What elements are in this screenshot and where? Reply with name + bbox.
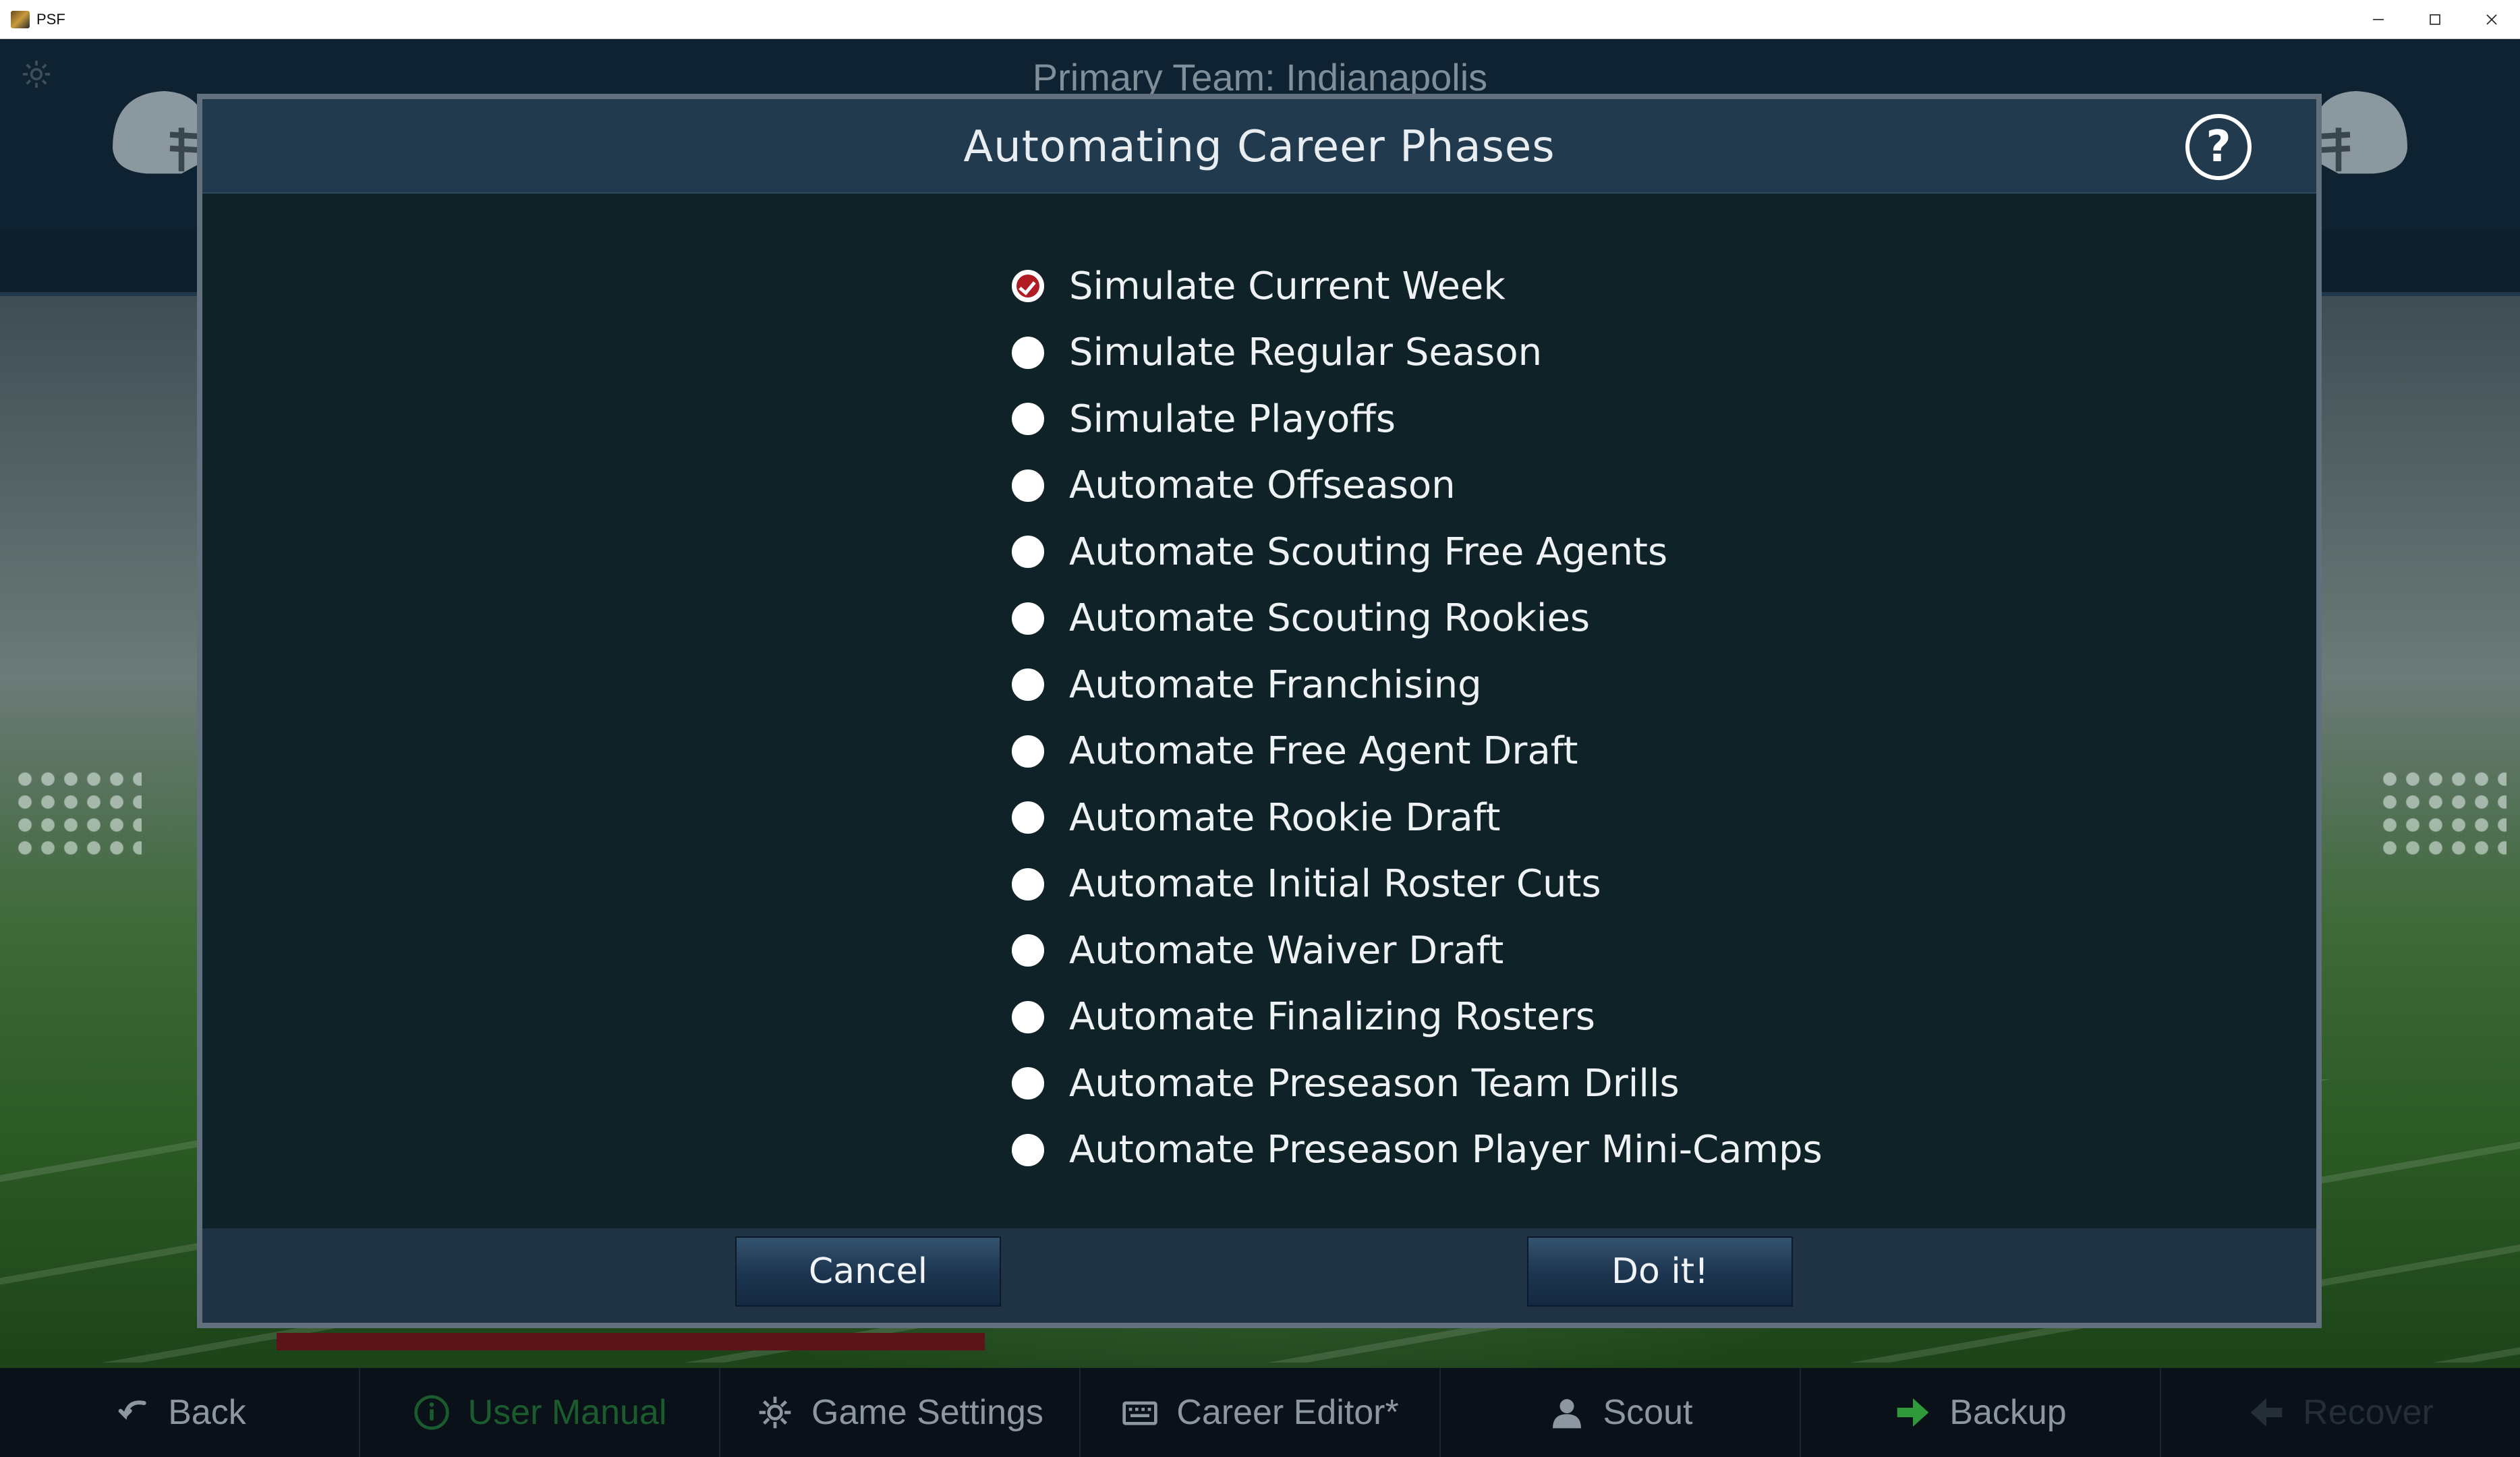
stadium-lights-right (2378, 768, 2507, 855)
do-it-button[interactable]: Do it! (1527, 1236, 1793, 1307)
nav-scout-label: Scout (1603, 1393, 1693, 1432)
automating-career-phases-dialog: Automating Career Phases ? Simulate Curr… (197, 94, 2322, 1328)
option-automate-scouting-rookies[interactable]: Automate Scouting Rookies (1012, 585, 1823, 652)
nav-career-editor-label: Career Editor* (1176, 1393, 1399, 1432)
option-label: Automate Rookie Draft (1069, 795, 1501, 840)
dialog-header: Automating Career Phases ? (202, 99, 2316, 194)
phase-options-list: Simulate Current Week Simulate Regular S… (1012, 253, 1823, 1183)
minimize-button[interactable] (2350, 0, 2407, 38)
option-label: Simulate Current Week (1069, 264, 1506, 308)
window-controls (2350, 0, 2520, 38)
option-label: Automate Offseason (1069, 463, 1456, 508)
close-icon (2486, 13, 2497, 25)
radio-icon[interactable] (1012, 536, 1044, 569)
option-automate-initial-roster-cuts[interactable]: Automate Initial Roster Cuts (1012, 851, 1823, 918)
nav-recover-label: Recover (2303, 1393, 2434, 1432)
gear-icon (759, 1396, 791, 1429)
option-automate-franchising[interactable]: Automate Franchising (1012, 652, 1823, 718)
cancel-button[interactable]: Cancel (735, 1236, 1001, 1307)
option-simulate-current-week[interactable]: Simulate Current Week (1012, 253, 1823, 320)
radio-icon[interactable] (1012, 867, 1044, 901)
info-icon (413, 1395, 449, 1430)
bottom-nav: Back User Manual Game Settings Career Ed… (0, 1368, 2520, 1457)
option-simulate-playoffs[interactable]: Simulate Playoffs (1012, 386, 1823, 453)
nav-game-settings-label: Game Settings (811, 1393, 1043, 1432)
option-automate-offseason[interactable]: Automate Offseason (1012, 453, 1823, 519)
keyboard-icon (1122, 1401, 1157, 1425)
option-label: Simulate Regular Season (1069, 331, 1543, 375)
radio-icon[interactable] (1012, 1000, 1044, 1033)
option-label: Automate Waiver Draft (1069, 928, 1504, 973)
radio-icon[interactable] (1012, 801, 1044, 834)
radio-selected-icon[interactable] (1012, 270, 1044, 303)
option-label: Simulate Playoffs (1069, 397, 1396, 441)
option-label: Automate Preseason Team Drills (1069, 1061, 1680, 1106)
option-label: Automate Preseason Player Mini-Camps (1069, 1128, 1823, 1172)
back-arrow-icon (118, 1400, 146, 1420)
option-simulate-regular-season[interactable]: Simulate Regular Season (1012, 320, 1823, 387)
window-titlebar: PSF (0, 0, 2520, 39)
option-label: Automate Free Agent Draft (1069, 729, 1578, 774)
maximize-button[interactable] (2407, 0, 2463, 38)
stadium-lights-left (13, 768, 142, 855)
option-automate-preseason-team-drills[interactable]: Automate Preseason Team Drills (1012, 1050, 1823, 1117)
recover-icon (2250, 1398, 2283, 1427)
option-automate-waiver-draft[interactable]: Automate Waiver Draft (1012, 917, 1823, 984)
nav-backup-label: Backup (1949, 1393, 2067, 1432)
nav-backup[interactable]: Backup (1801, 1368, 2161, 1457)
status-bar (277, 1333, 985, 1350)
nav-game-settings[interactable]: Game Settings (720, 1368, 1081, 1457)
radio-icon[interactable] (1012, 602, 1044, 635)
option-automate-scouting-free-agents[interactable]: Automate Scouting Free Agents (1012, 519, 1823, 585)
primary-team-label: Primary Team: Indianapolis (1032, 56, 1488, 98)
close-button[interactable] (2463, 0, 2520, 38)
option-label: Automate Scouting Free Agents (1069, 530, 1668, 574)
option-automate-free-agent-draft[interactable]: Automate Free Agent Draft (1012, 718, 1823, 785)
person-icon (1552, 1399, 1581, 1429)
radio-icon[interactable] (1012, 336, 1044, 369)
option-label: Automate Scouting Rookies (1069, 596, 1591, 641)
radio-icon[interactable] (1012, 1067, 1044, 1100)
radio-icon[interactable] (1012, 1133, 1044, 1166)
option-automate-rookie-draft[interactable]: Automate Rookie Draft (1012, 784, 1823, 851)
radio-icon[interactable] (1012, 469, 1044, 502)
nav-scout[interactable]: Scout (1441, 1368, 1801, 1457)
maximize-icon (2430, 13, 2440, 25)
option-label: Automate Franchising (1069, 662, 1482, 707)
nav-career-editor[interactable]: Career Editor* (1081, 1368, 1441, 1457)
option-label: Automate Finalizing Rosters (1069, 995, 1595, 1039)
radio-icon[interactable] (1012, 735, 1044, 768)
radio-icon[interactable] (1012, 403, 1044, 436)
radio-icon[interactable] (1012, 668, 1044, 702)
app-icon (11, 10, 30, 28)
nav-back[interactable]: Back (0, 1368, 360, 1457)
option-automate-finalizing-rosters[interactable]: Automate Finalizing Rosters (1012, 984, 1823, 1051)
radio-icon[interactable] (1012, 934, 1044, 967)
nav-back-label: Back (168, 1393, 246, 1432)
option-automate-preseason-player-mini-camps[interactable]: Automate Preseason Player Mini-Camps (1012, 1117, 1823, 1184)
nav-user-manual-label: User Manual (467, 1393, 667, 1432)
nav-user-manual[interactable]: User Manual (360, 1368, 720, 1457)
window-title: PSF (36, 10, 65, 28)
minimize-icon (2373, 18, 2384, 20)
nav-recover[interactable]: Recover (2161, 1368, 2520, 1457)
help-button[interactable]: ? (2185, 114, 2252, 180)
option-label: Automate Initial Roster Cuts (1069, 862, 1601, 907)
dialog-footer: Cancel Do it! (202, 1228, 2316, 1323)
dialog-title: Automating Career Phases (963, 122, 1555, 172)
forward-arrow-icon (1897, 1398, 1929, 1427)
